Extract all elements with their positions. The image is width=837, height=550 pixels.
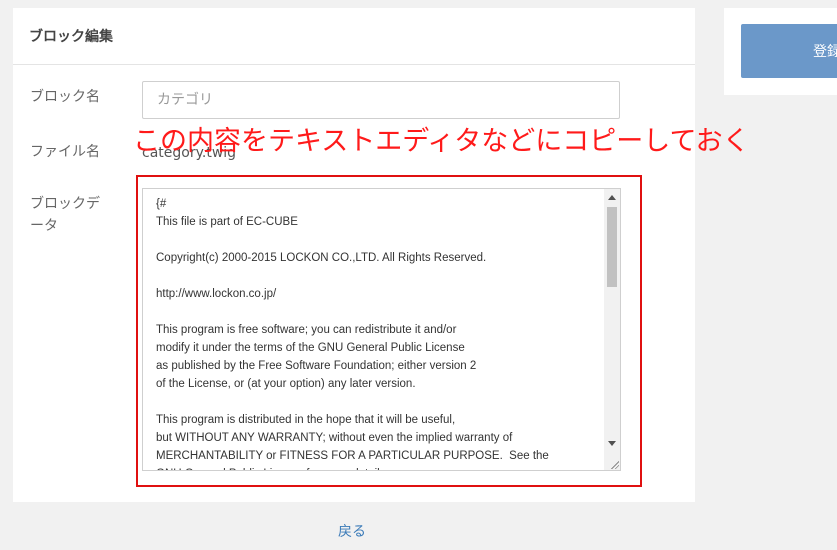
resize-grip-icon[interactable]: [611, 461, 619, 469]
side-action-card: 登録: [724, 8, 837, 95]
register-button[interactable]: 登録: [741, 24, 837, 78]
file-name-label: ファイル名: [30, 144, 100, 160]
card-title: ブロック編集: [13, 8, 695, 65]
block-data-label: ブロックデータ: [30, 196, 100, 234]
scroll-down-arrow-icon[interactable]: [608, 441, 616, 446]
annotation-text: この内容をテキストエディタなどにコピーしておく: [133, 126, 750, 157]
block-name-input[interactable]: [142, 81, 620, 119]
scroll-up-arrow-icon[interactable]: [608, 195, 616, 200]
block-data-textarea[interactable]: {# This file is part of EC-CUBE Copyrigh…: [142, 188, 621, 471]
back-link[interactable]: 戻る: [338, 521, 366, 541]
textarea-scrollbar[interactable]: [604, 189, 620, 470]
block-data-content: {# This file is part of EC-CUBE Copyrigh…: [156, 198, 549, 470]
block-edit-card: ブロック編集 ブロック名 ファイル名 category.twig ブロックデータ…: [13, 8, 695, 502]
scroll-thumb[interactable]: [607, 207, 617, 287]
block-name-label: ブロック名: [30, 89, 100, 105]
